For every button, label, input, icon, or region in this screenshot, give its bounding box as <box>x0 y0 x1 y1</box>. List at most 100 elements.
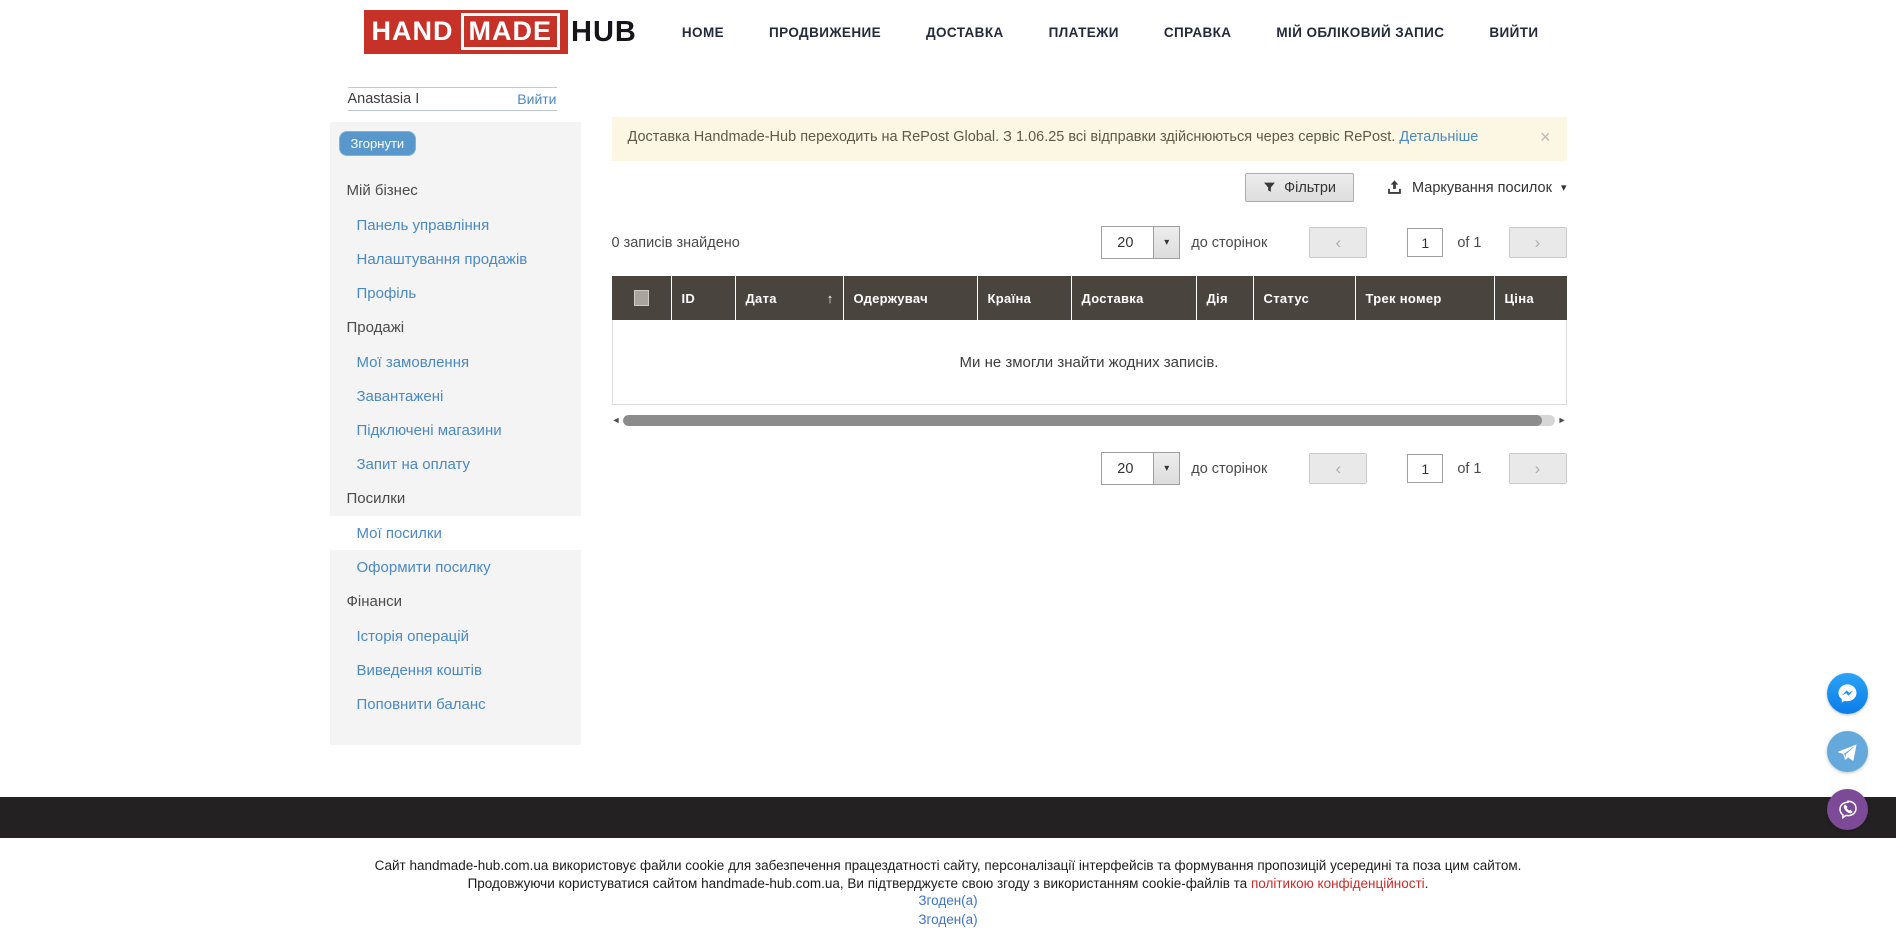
cookie-notice-period: . <box>1425 876 1429 891</box>
page-total-label: of 1 <box>1457 235 1481 251</box>
messenger-icon[interactable] <box>1827 673 1868 714</box>
chevron-left-icon: ‹ <box>1335 233 1341 252</box>
sidebar-item-top-up-balance[interactable]: Поповнити баланс <box>330 687 581 721</box>
column-header-status[interactable]: Статус <box>1254 276 1356 320</box>
column-header-id[interactable]: ID <box>672 276 736 320</box>
footer-bar <box>0 797 1896 838</box>
main-content: Доставка Handmade-Hub переходить на RePo… <box>612 87 1567 485</box>
column-header-country[interactable]: Країна <box>978 276 1072 320</box>
sidebar-section-my-business: Мій бізнес <box>330 173 581 208</box>
sidebar-section-finance: Фінанси <box>330 584 581 619</box>
sidebar: Anastasia I Вийти Згорнути Мій бізнес Па… <box>330 87 581 745</box>
filters-button[interactable]: Фільтри <box>1245 173 1354 202</box>
chevron-right-icon: › <box>1535 233 1541 252</box>
scroll-right-icon[interactable]: ► <box>1558 414 1567 426</box>
per-page-label: до сторінок <box>1191 235 1267 251</box>
sidebar-item-profile[interactable]: Профіль <box>330 276 581 310</box>
scroll-left-icon[interactable]: ◄ <box>612 414 621 426</box>
brand-made: MADE <box>461 13 561 50</box>
banner-details-link[interactable]: Детальніше <box>1399 129 1478 145</box>
nav-help[interactable]: СПРАВКА <box>1164 25 1232 40</box>
per-page-select[interactable]: 20 ▾ <box>1101 226 1180 259</box>
per-page-select-bottom[interactable]: 20 ▾ <box>1101 452 1180 485</box>
table-header: ID Дата ↑ Одержувач Країна Доставка Дія … <box>612 276 1567 320</box>
cookie-notice-line1: Сайт handmade-hub.com.ua використовує фа… <box>0 857 1896 875</box>
main-nav: HOME ПРОДВИЖЕНИЕ ДОСТАВКА ПЛАТЕЖИ СПРАВК… <box>682 25 1539 40</box>
horizontal-scrollbar: ◄ ► <box>612 414 1567 426</box>
column-header-track-number[interactable]: Трек номер <box>1356 276 1495 320</box>
agree-link-2[interactable]: Згоден(а) <box>918 912 977 927</box>
sidebar-item-create-parcel[interactable]: Оформити посилку <box>330 550 581 584</box>
filters-button-label: Фільтри <box>1284 180 1336 196</box>
marking-button-label: Маркування посилок <box>1412 180 1552 196</box>
next-page-button-bottom[interactable]: › <box>1509 453 1567 484</box>
sidebar-logout-link[interactable]: Вийти <box>517 91 556 107</box>
user-row: Anastasia I Вийти <box>348 87 557 111</box>
sidebar-item-transaction-history[interactable]: Історія операцій <box>330 619 581 653</box>
nav-logout[interactable]: ВИЙТИ <box>1489 25 1538 40</box>
username: Anastasia I <box>348 91 420 107</box>
per-page-label: до сторінок <box>1191 461 1267 477</box>
sidebar-item-dashboard[interactable]: Панель управління <box>330 208 581 242</box>
pager-bottom: 20 ▾ до сторінок ‹ of 1 › <box>612 452 1567 485</box>
brand-logo-red-box: HANDMADE <box>364 10 569 54</box>
per-page-value: 20 <box>1102 453 1153 484</box>
sidebar-item-connected-shops[interactable]: Підключені магазини <box>330 413 581 447</box>
collapse-button[interactable]: Згорнути <box>339 131 417 156</box>
telegram-icon[interactable] <box>1827 731 1868 772</box>
marking-button[interactable]: Маркування посилок ▾ <box>1386 179 1566 196</box>
cookie-notice-line2: Продовжуючи користуватися сайтом handmad… <box>0 875 1896 893</box>
notification-banner: Доставка Handmade-Hub переходить на RePo… <box>612 117 1567 161</box>
column-header-delivery[interactable]: Доставка <box>1072 276 1197 320</box>
sidebar-item-my-orders[interactable]: Мої замовлення <box>330 345 581 379</box>
page-total-label: of 1 <box>1457 461 1481 477</box>
column-header-date-label: Дата <box>746 291 777 306</box>
column-header-action[interactable]: Дія <box>1197 276 1254 320</box>
brand-logo[interactable]: HANDMADE HUB <box>364 10 637 54</box>
brand-hand: HAND <box>372 16 454 47</box>
viber-icon[interactable] <box>1827 789 1868 830</box>
filter-funnel-icon <box>1263 181 1276 194</box>
sidebar-panel: Згорнути Мій бізнес Панель управління На… <box>330 122 581 745</box>
pager-top: 20 ▾ до сторінок ‹ of 1 › <box>1101 226 1566 259</box>
select-all-cell <box>612 276 672 320</box>
page-number-input[interactable] <box>1407 228 1443 257</box>
sidebar-section-parcels: Посилки <box>330 481 581 516</box>
nav-home[interactable]: HOME <box>682 25 724 40</box>
nav-account[interactable]: МІЙ ОБЛІКОВИЙ ЗАПИС <box>1276 25 1444 40</box>
chevron-left-icon: ‹ <box>1335 459 1341 478</box>
per-page-value: 20 <box>1102 227 1153 258</box>
records-count: 0 записів знайдено <box>612 235 740 251</box>
sidebar-item-payment-request[interactable]: Запит на оплату <box>330 447 581 481</box>
sidebar-item-my-parcels[interactable]: Мої посилки <box>330 516 581 550</box>
close-icon[interactable]: × <box>1540 128 1551 146</box>
nav-payments[interactable]: ПЛАТЕЖИ <box>1049 25 1119 40</box>
scrollbar-track[interactable] <box>623 415 1554 426</box>
select-caret-icon: ▾ <box>1153 453 1179 484</box>
sort-asc-icon: ↑ <box>827 291 834 306</box>
privacy-policy-link[interactable]: політикою конфіденційності <box>1251 876 1425 891</box>
banner-text: Доставка Handmade-Hub переходить на RePo… <box>628 129 1400 145</box>
page-number-input-bottom[interactable] <box>1407 454 1443 483</box>
scrollbar-thumb[interactable] <box>623 415 1541 426</box>
cookie-notice-line2-text: Продовжуючи користуватися сайтом handmad… <box>468 876 1251 891</box>
prev-page-button[interactable]: ‹ <box>1309 227 1367 258</box>
empty-message: Ми не змогли знайти жодних записів. <box>960 354 1219 371</box>
next-page-button[interactable]: › <box>1509 227 1567 258</box>
nav-delivery[interactable]: ДОСТАВКА <box>926 25 1004 40</box>
sidebar-item-sales-settings[interactable]: Налаштування продажів <box>330 242 581 276</box>
column-header-price[interactable]: Ціна <box>1495 276 1567 320</box>
prev-page-button-bottom[interactable]: ‹ <box>1309 453 1367 484</box>
table-empty-state: Ми не змогли знайти жодних записів. <box>612 320 1567 405</box>
agree-link-1[interactable]: Згоден(а) <box>918 893 977 908</box>
nav-promotion[interactable]: ПРОДВИЖЕНИЕ <box>769 25 881 40</box>
sidebar-menu: Мій бізнес Панель управління Налаштуванн… <box>330 173 581 721</box>
chevron-right-icon: › <box>1535 459 1541 478</box>
column-header-receiver[interactable]: Одержувач <box>844 276 978 320</box>
column-header-date[interactable]: Дата ↑ <box>736 276 844 320</box>
sidebar-item-uploaded[interactable]: Завантажені <box>330 379 581 413</box>
select-all-checkbox[interactable] <box>634 290 649 306</box>
top-header: HANDMADE HUB HOME ПРОДВИЖЕНИЕ ДОСТАВКА П… <box>0 0 1896 64</box>
sidebar-item-withdraw-funds[interactable]: Виведення коштів <box>330 653 581 687</box>
sidebar-section-sales: Продажі <box>330 310 581 345</box>
